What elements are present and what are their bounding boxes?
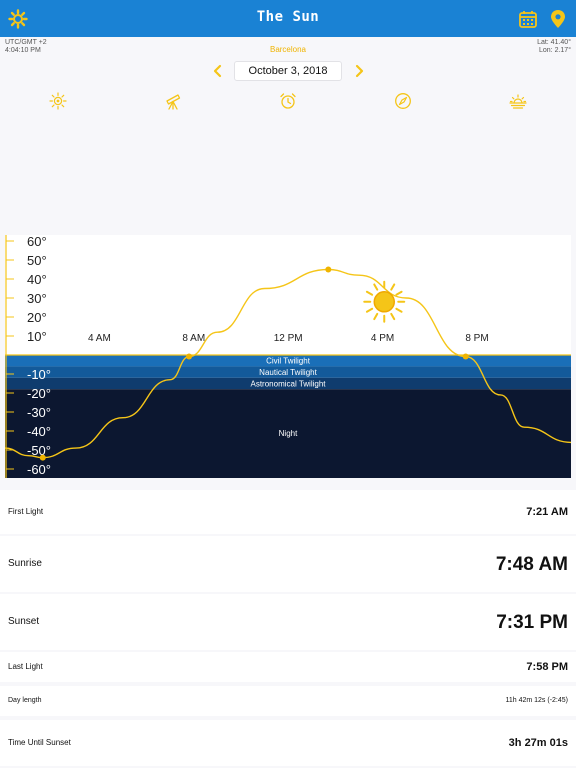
band-label: Astronomical Twilight	[251, 380, 327, 389]
event-marker	[39, 454, 46, 461]
detail-label: Sunset	[8, 616, 40, 627]
band-label: Civil Twilight	[266, 357, 311, 366]
detail-value: 7:48 AM	[495, 553, 568, 575]
y-tick-label: -20°	[27, 386, 51, 401]
detail-label: Last Light	[8, 662, 43, 671]
sunrise-icon[interactable]	[509, 92, 527, 110]
y-tick-label: 20°	[27, 310, 47, 325]
detail-value: 7:31 PM	[496, 611, 568, 633]
y-tick-label: -60°	[27, 462, 51, 477]
detail-label: Time Until Sunset	[8, 738, 71, 747]
detail-label: First Light	[8, 507, 44, 516]
detail-value: 11h 42m 12s (-2:45)	[505, 696, 568, 704]
nav-bar: The Sun	[0, 0, 576, 37]
x-tick-label: 4 PM	[371, 333, 394, 344]
date-picker: October 3, 2018	[0, 61, 576, 81]
detail-row-sunrise: Sunrise 7:48 AM	[0, 536, 576, 592]
detail-value: 3h 27m 01s	[508, 736, 568, 749]
event-marker	[462, 353, 469, 360]
event-marker	[325, 266, 332, 273]
x-tick-label: 4 AM	[88, 333, 111, 344]
detail-value: 7:58 PM	[526, 660, 568, 673]
telescope-icon[interactable]	[164, 92, 182, 110]
y-tick-label: 30°	[27, 291, 47, 306]
detail-label: Sunrise	[8, 558, 42, 569]
app-title: The Sun	[256, 9, 320, 25]
detail-label: Day length	[8, 696, 42, 704]
date-field[interactable]: October 3, 2018	[234, 61, 342, 81]
city-name[interactable]: Barcelona	[0, 45, 576, 54]
sun-elevation-chart: Civil Twilight Nautical Twilight Astronomi…	[5, 235, 571, 478]
y-tick-label: -10°	[27, 367, 51, 382]
y-tick-label: 50°	[27, 253, 47, 268]
y-tick-label: 10°	[27, 329, 47, 344]
detail-row-last-light: Last Light 7:58 PM	[0, 652, 576, 682]
x-tick-label: 8 AM	[182, 333, 205, 344]
x-tick-label: 12 PM	[274, 333, 303, 344]
x-tick-label: 8 PM	[465, 333, 488, 344]
detail-row-day-length: Day length 11h 42m 12s (-2:45)	[0, 686, 576, 716]
y-tick-label: 40°	[27, 272, 47, 287]
y-tick-label: 60°	[27, 235, 47, 249]
y-tick-label: -40°	[27, 424, 51, 439]
band-label: Nautical Twilight	[259, 368, 317, 377]
detail-row-sunset: Sunset 7:31 PM	[0, 594, 576, 650]
detail-value: 7:21 AM	[526, 505, 568, 518]
detail-row-time-until-sunset: Time Until Sunset 3h 27m 01s	[0, 720, 576, 766]
compass-icon[interactable]	[394, 92, 412, 110]
location-pin-icon[interactable]	[548, 9, 568, 29]
alarm-icon[interactable]	[279, 92, 297, 110]
band-label: Night	[279, 429, 298, 438]
chevron-left-icon[interactable]	[211, 63, 225, 79]
chevron-right-icon[interactable]	[352, 63, 366, 79]
detail-row-first-light: First Light 7:21 AM	[0, 490, 576, 534]
event-marker	[186, 353, 193, 360]
calendar-icon[interactable]	[518, 9, 538, 29]
y-tick-label: -30°	[27, 405, 51, 420]
sun-icon[interactable]	[49, 92, 67, 110]
